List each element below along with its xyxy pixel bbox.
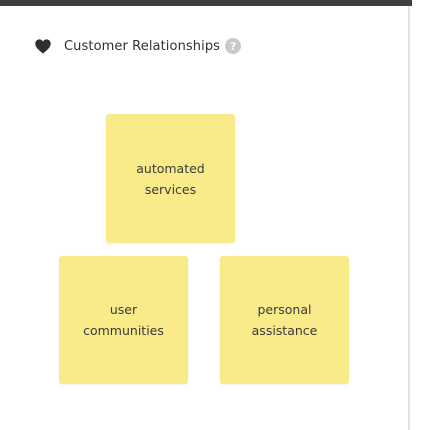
sticky-note-text: automated services — [136, 160, 205, 197]
canvas-page: Customer Relationships ? automated servi… — [0, 0, 425, 430]
panel-divider — [408, 6, 410, 430]
help-icon[interactable]: ? — [225, 38, 242, 54]
sticky-note-personal-assistance[interactable]: personal assistance — [220, 256, 349, 384]
section-title: Customer Relationships — [64, 38, 221, 54]
sticky-note-text: user communities — [83, 302, 164, 338]
sticky-note-text: personal assistance — [251, 302, 318, 338]
heart-icon — [35, 38, 51, 54]
section-header: Customer Relationships ? — [35, 37, 242, 55]
sticky-note-automated-services[interactable]: automated services — [106, 114, 235, 243]
top-bar — [0, 0, 412, 6]
sticky-note-user-communities[interactable]: user communities — [59, 256, 188, 384]
